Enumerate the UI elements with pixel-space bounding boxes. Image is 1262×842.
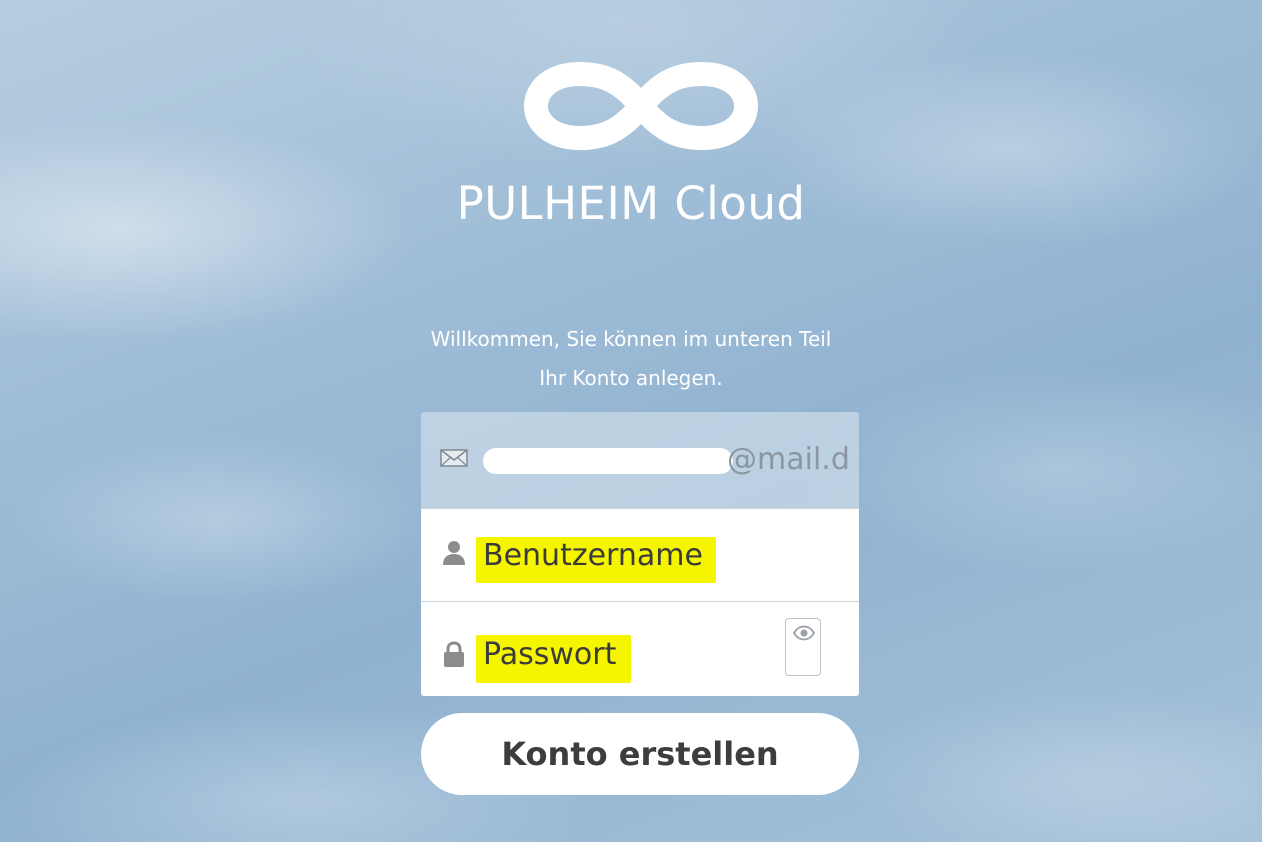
email-field[interactable]: @mail.d <box>421 412 859 508</box>
brand-name: PULHEIM Cloud <box>456 177 806 230</box>
password-field[interactable] <box>421 602 859 696</box>
email-visible-part: @mail.d <box>727 442 850 477</box>
username-input[interactable] <box>483 533 783 577</box>
user-icon <box>443 541 465 565</box>
infinity-logo-icon <box>524 62 758 150</box>
show-password-toggle[interactable] <box>785 618 821 676</box>
password-input[interactable] <box>483 632 783 676</box>
welcome-line-2: Ihr Konto anlegen. <box>539 366 723 390</box>
email-value[interactable]: @mail.d <box>483 442 850 477</box>
eye-icon <box>793 625 815 641</box>
welcome-text: Willkommen, Sie können im unteren Teil I… <box>0 320 1262 398</box>
envelope-icon <box>440 449 468 467</box>
welcome-line-1: Willkommen, Sie können im unteren Teil <box>430 327 832 351</box>
create-account-button[interactable]: Konto erstellen <box>421 713 859 795</box>
registration-form: @mail.d <box>421 412 859 696</box>
lock-icon <box>444 641 464 667</box>
username-field[interactable] <box>421 508 859 602</box>
redaction-mark <box>483 447 733 474</box>
